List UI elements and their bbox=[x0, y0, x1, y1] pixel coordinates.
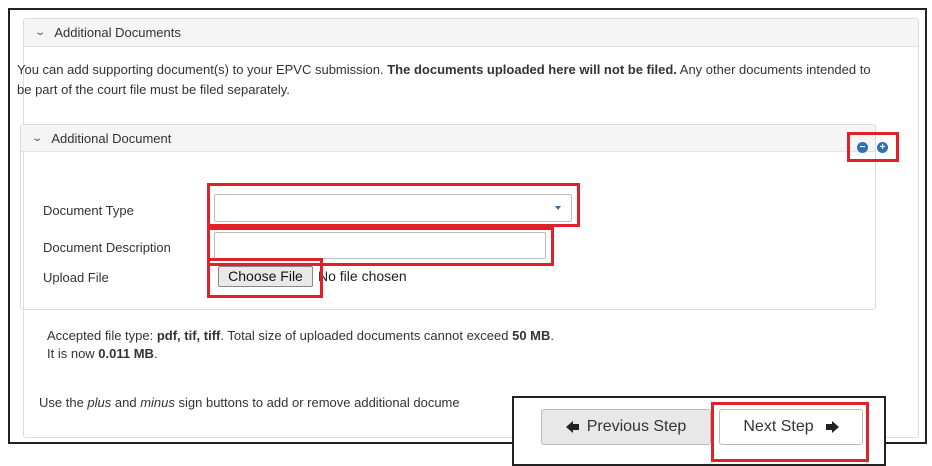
minus-icon[interactable]: − bbox=[857, 142, 868, 153]
section-title: Additional Documents bbox=[54, 25, 181, 40]
document-type-highlight bbox=[207, 183, 580, 227]
current-size: 0.011 MB bbox=[98, 346, 154, 361]
file-requirements-note: Accepted file type: pdf, tif, tiff. Tota… bbox=[47, 328, 555, 361]
max-size: 50 MB bbox=[512, 328, 551, 343]
intro-text: You can add supporting document(s) to yo… bbox=[17, 62, 871, 97]
add-remove-highlight bbox=[847, 132, 899, 162]
document-type-label: Document Type bbox=[43, 203, 134, 218]
chevron-down-icon: ⌄ bbox=[31, 132, 44, 144]
next-step-highlight bbox=[711, 402, 869, 462]
additional-documents-header[interactable]: ⌄ Additional Documents bbox=[24, 19, 918, 47]
additional-document-header[interactable]: ⌄ Additional Document bbox=[21, 125, 875, 152]
chevron-down-icon: ⌄ bbox=[34, 27, 47, 38]
document-description-label: Document Description bbox=[43, 240, 171, 255]
subsection-title: Additional Document bbox=[51, 130, 172, 146]
usage-instructions: Use the plus and minus sign buttons to a… bbox=[39, 395, 460, 410]
plus-icon[interactable]: + bbox=[877, 142, 888, 153]
file-status: No file chosen bbox=[318, 268, 407, 284]
choose-file-highlight bbox=[207, 258, 323, 298]
accepted-file-types: pdf, tif, tiff bbox=[156, 328, 221, 343]
intro-warning: The documents uploaded here will not be … bbox=[387, 62, 677, 77]
upload-file-label: Upload File bbox=[43, 270, 109, 285]
arrow-left-icon bbox=[565, 421, 579, 433]
previous-step-button[interactable]: Previous Step bbox=[541, 409, 711, 445]
